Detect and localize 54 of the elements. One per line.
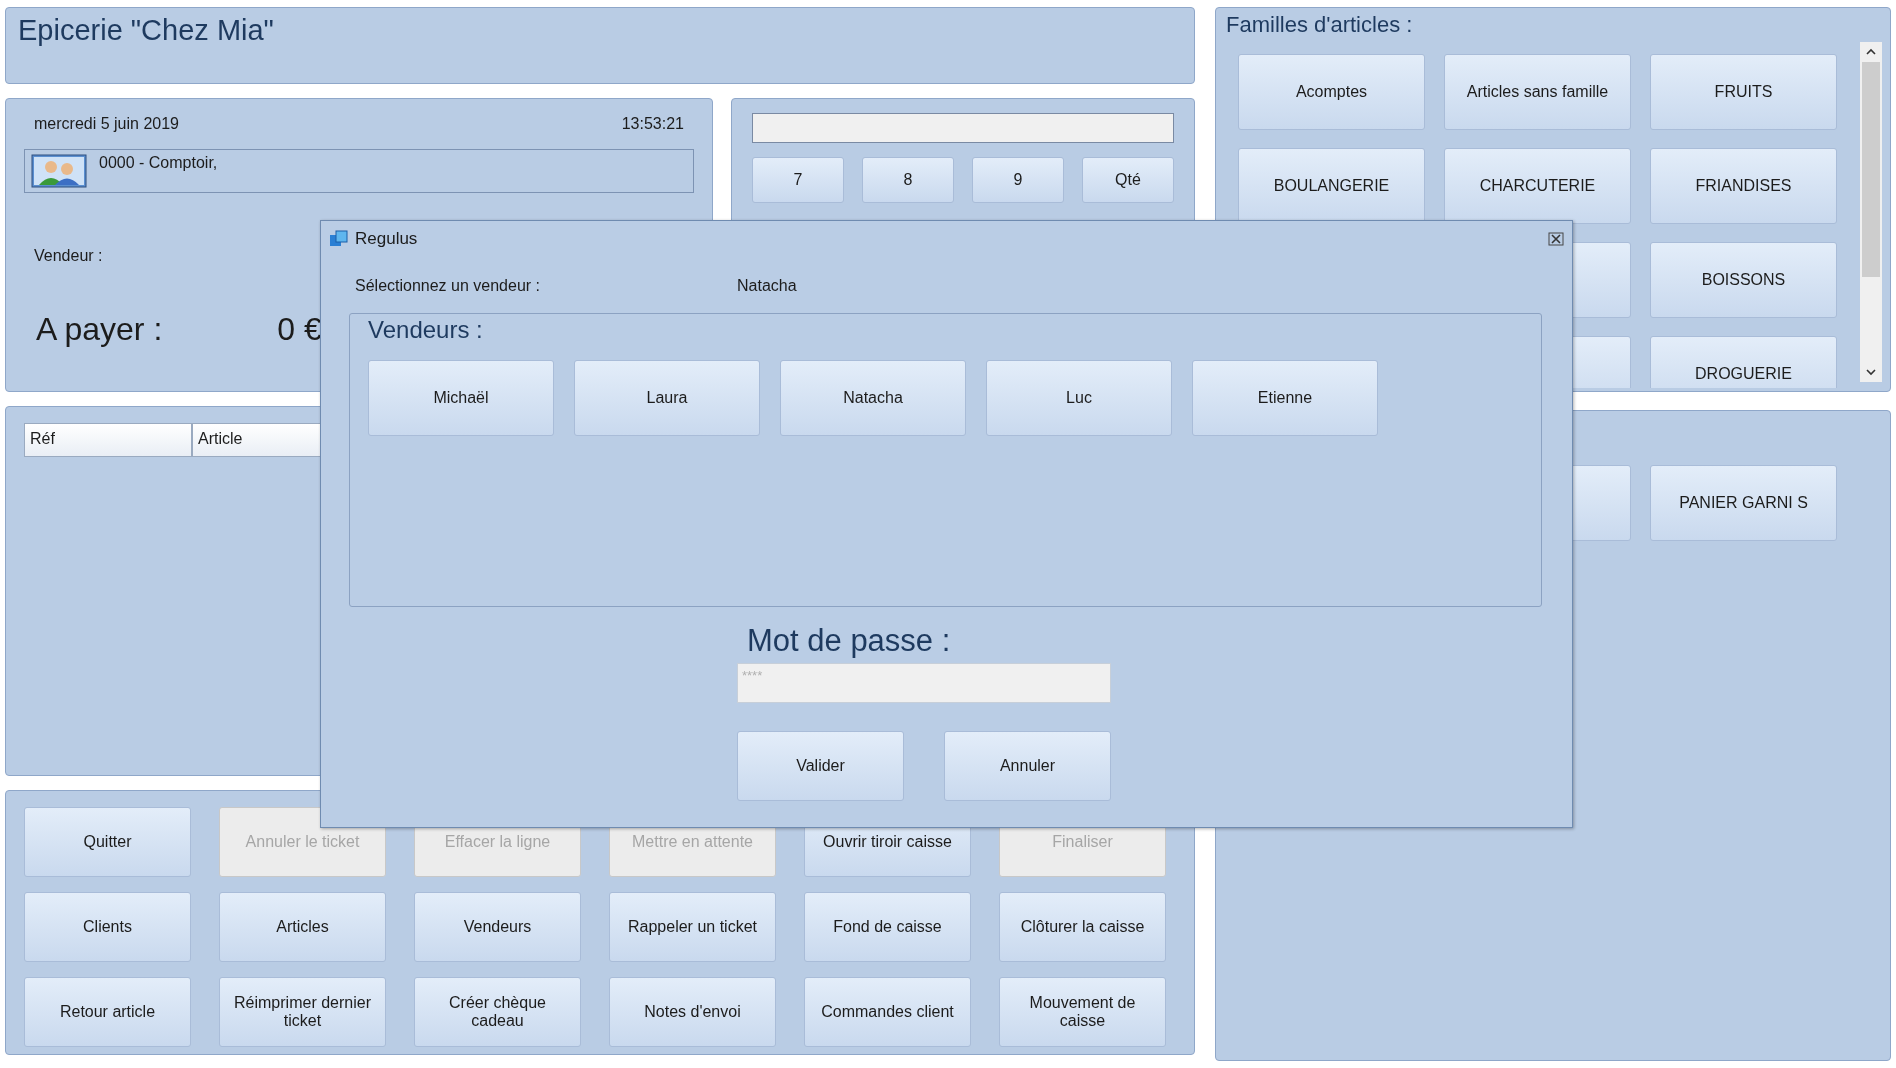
prompt-label: Sélectionnez un vendeur :	[355, 277, 541, 295]
date-label: mercredi 5 juin 2019	[34, 115, 179, 133]
family-button[interactable]: DROGUERIE	[1650, 336, 1837, 388]
people-icon	[31, 154, 87, 188]
action-button[interactable]: Fond de caisse	[804, 892, 971, 962]
action-button[interactable]: Articles	[219, 892, 386, 962]
action-button[interactable]: Créer chèque cadeau	[414, 977, 581, 1047]
action-button[interactable]: Vendeurs	[414, 892, 581, 962]
family-button[interactable]: Articles sans famille	[1444, 54, 1631, 130]
keypad-key[interactable]: 7	[752, 157, 844, 203]
customer-name: 0000 - Comptoir,	[99, 154, 218, 172]
vendor-button[interactable]: Luc	[986, 360, 1172, 436]
shop-title: Epicerie "Chez Mia"	[18, 14, 274, 46]
family-button[interactable]: Acomptes	[1238, 54, 1425, 130]
selected-vendor: Natacha	[737, 277, 797, 295]
action-button[interactable]: Clôturer la caisse	[999, 892, 1166, 962]
action-button[interactable]: Notes d'envoi	[609, 977, 776, 1047]
vendor-button[interactable]: Natacha	[780, 360, 966, 436]
vendor-label: Vendeur :	[34, 247, 103, 265]
families-title: Familles d'articles :	[1226, 12, 1414, 38]
chevron-down-icon[interactable]	[1865, 366, 1877, 378]
pay-label: A payer :	[36, 311, 163, 348]
group-title: Vendeurs :	[368, 316, 483, 344]
family-button[interactable]: FRIANDISES	[1650, 148, 1837, 224]
pay-amount: 0 €	[277, 311, 322, 348]
action-button[interactable]: Rappeler un ticket	[609, 892, 776, 962]
entry-field[interactable]	[752, 113, 1174, 143]
action-button[interactable]: Quitter	[24, 807, 191, 877]
vendor-button[interactable]: Michaël	[368, 360, 554, 436]
vendor-button[interactable]: Etienne	[1192, 360, 1378, 436]
scrollbar[interactable]	[1860, 42, 1882, 382]
keypad-key[interactable]: Qté	[1082, 157, 1174, 203]
vendor-button[interactable]: Laura	[574, 360, 760, 436]
dialog-title: Regulus	[355, 229, 418, 249]
password-label: Mot de passe :	[747, 623, 952, 659]
password-field[interactable]: ****	[737, 663, 1111, 703]
family-button[interactable]: CHARCUTERIE	[1444, 148, 1631, 224]
product-button[interactable]: PANIER GARNI S	[1650, 465, 1837, 541]
time-label: 13:53:21	[621, 115, 684, 133]
dialog-button[interactable]: Valider	[737, 731, 904, 801]
keypad-key[interactable]: 8	[862, 157, 954, 203]
customer-field[interactable]: 0000 - Comptoir,	[24, 149, 694, 193]
family-button[interactable]: BOISSONS	[1650, 242, 1837, 318]
dialog-button[interactable]: Annuler	[944, 731, 1111, 801]
action-button[interactable]: Mouvement de caisse	[999, 977, 1166, 1047]
action-button[interactable]: Commandes client	[804, 977, 971, 1047]
action-button[interactable]: Clients	[24, 892, 191, 962]
close-icon[interactable]	[1548, 231, 1564, 247]
keypad-key[interactable]: 9	[972, 157, 1064, 203]
action-button[interactable]: Retour article	[24, 977, 191, 1047]
column-header[interactable]: Réf	[24, 423, 192, 457]
app-icon	[329, 229, 349, 249]
family-button[interactable]: FRUITS	[1650, 54, 1837, 130]
action-button[interactable]: Réimprimer dernier ticket	[219, 977, 386, 1047]
